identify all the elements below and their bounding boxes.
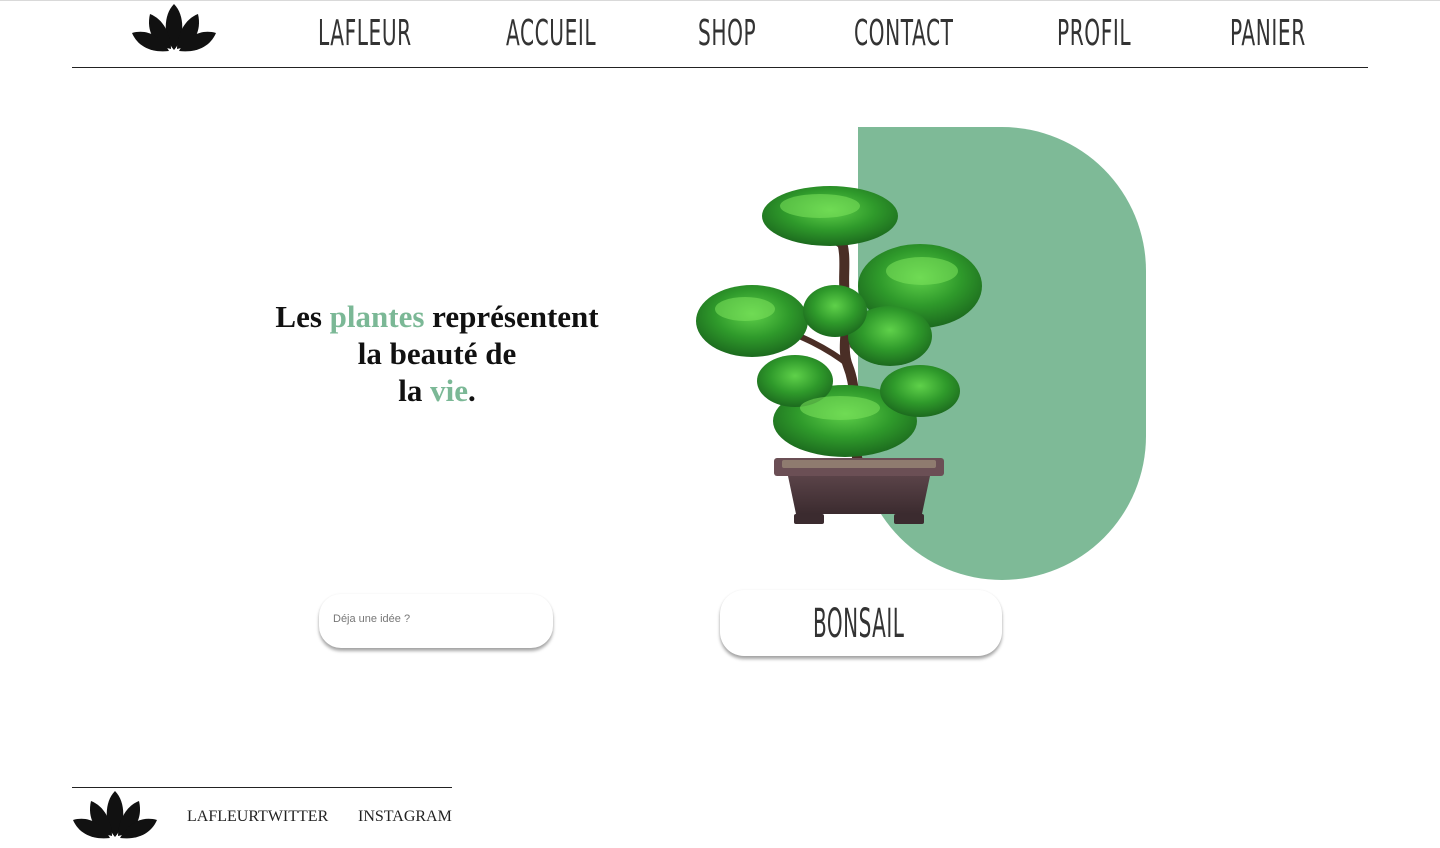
nav-contact[interactable]: CONTACT — [854, 8, 954, 60]
hero-headline: Les plantes représentent la beauté de la… — [237, 298, 637, 409]
idea-search-input[interactable] — [319, 594, 553, 648]
footer-link-lafleur-twitter[interactable]: LAFLEURTWITTER — [187, 808, 328, 826]
nav-panier[interactable]: PANIER — [1230, 8, 1306, 60]
headline-accent-plantes: plantes — [329, 299, 425, 334]
site-header: LAFLEUR ACCUEIL SHOP CONTACT PROFIL PANI… — [72, 0, 1368, 68]
lotus-icon[interactable] — [132, 2, 216, 54]
headline-line-3: la vie. — [398, 373, 476, 408]
headline-line-1: Les plantes représentent — [275, 299, 599, 334]
nav-profil[interactable]: PROFIL — [1057, 8, 1131, 60]
bonsai-product-button[interactable]: BONSAIL — [720, 590, 1002, 656]
nav-shop[interactable]: SHOP — [698, 8, 756, 60]
footer-link-instagram[interactable]: INSTAGRAM — [358, 808, 452, 826]
nav-accueil[interactable]: ACCUEIL — [506, 8, 596, 60]
bonsai-image — [696, 186, 982, 524]
headline-line-2: la beauté de — [357, 336, 517, 371]
footer-divider — [72, 787, 452, 788]
lotus-icon[interactable] — [73, 789, 157, 841]
bonsai-button-label: BONSAIL — [813, 601, 905, 647]
headline-accent-vie: vie — [430, 373, 468, 408]
nav-lafleur[interactable]: LAFLEUR — [318, 8, 412, 60]
